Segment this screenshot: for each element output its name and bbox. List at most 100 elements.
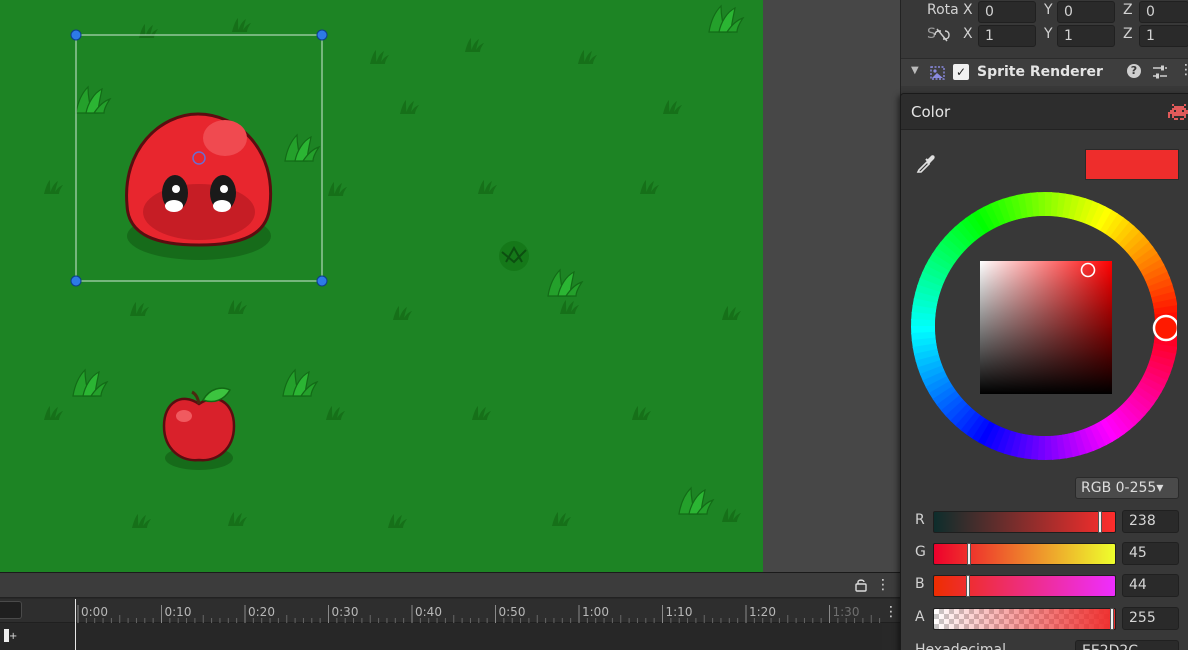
- rotation-z-field[interactable]: 0: [1139, 1, 1188, 23]
- tick-label: 0:40: [415, 605, 442, 619]
- value-field-r[interactable]: 238: [1122, 510, 1179, 533]
- scale-z-label[interactable]: Z: [1123, 26, 1133, 42]
- value-field-b[interactable]: 44: [1122, 574, 1179, 597]
- leaf-bush: [75, 86, 111, 114]
- apple-sprite: [162, 387, 236, 470]
- slider-thumb-r[interactable]: [1098, 511, 1102, 533]
- grass-tuft: [393, 306, 412, 320]
- grass-tuft: [722, 508, 741, 522]
- eyedropper-icon[interactable]: [915, 152, 937, 174]
- grass-tuft: [44, 406, 63, 420]
- grass-tuft: [640, 180, 659, 194]
- slider-thumb-g[interactable]: [967, 543, 971, 565]
- leaf-bush: [547, 269, 583, 297]
- leaf-bush: [708, 5, 744, 33]
- hex-label: Hexadecimal: [915, 642, 1006, 650]
- sprite-renderer-icon: [930, 66, 945, 80]
- tick-label: 1:00: [582, 605, 609, 619]
- leaf-bush: [284, 134, 320, 162]
- component-title: Sprite Renderer: [977, 64, 1103, 80]
- add-keyframe-button[interactable]: +: [4, 628, 24, 646]
- slider-thumb-a[interactable]: [1110, 608, 1114, 630]
- tick-label: 1:30: [833, 605, 860, 619]
- slider-thumb-b[interactable]: [966, 575, 970, 597]
- hue-cursor[interactable]: [1152, 314, 1177, 342]
- tick-label: 1:20: [749, 605, 776, 619]
- grass-tuft: [228, 300, 247, 314]
- grass-tuft: [132, 514, 151, 528]
- chevron-down-icon: ▾: [1156, 480, 1164, 496]
- grass-tuft: [478, 180, 497, 194]
- grass-tuft: [130, 302, 149, 316]
- scale-y-field[interactable]: 1: [1057, 25, 1115, 47]
- kebab-menu-icon[interactable]: ⋮: [876, 576, 890, 594]
- enabled-checkbox[interactable]: ✓: [953, 64, 969, 80]
- timeline-track[interactable]: [0, 624, 882, 650]
- slider-g[interactable]: [933, 543, 1116, 565]
- scale-x-label[interactable]: X: [963, 26, 973, 42]
- color-mode-dropdown[interactable]: RGB 0-255▾: [1075, 477, 1179, 499]
- scene-gutter: [763, 0, 900, 572]
- leaf-bush: [72, 369, 108, 397]
- hue-wheel[interactable]: [911, 191, 1177, 461]
- current-color-swatch[interactable]: [1085, 149, 1179, 180]
- slider-r[interactable]: [933, 511, 1116, 533]
- tick-label: 0:10: [165, 605, 192, 619]
- slider-row-a: A 255: [901, 606, 1188, 630]
- tick-label: 0:00: [81, 605, 108, 619]
- grass-tuft: [560, 300, 579, 314]
- tick-label: 0:50: [499, 605, 526, 619]
- rotation-label: Rota: [927, 2, 959, 18]
- grass-tuft: [370, 50, 389, 64]
- help-icon[interactable]: ?: [1127, 64, 1141, 78]
- rotation-y-field[interactable]: 0: [1057, 1, 1115, 23]
- scale-z-field[interactable]: 1: [1139, 25, 1188, 47]
- color-picker-titlebar[interactable]: Color: [901, 94, 1188, 130]
- scene-canvas: [44, 5, 744, 528]
- handle-bottom-right: [316, 275, 328, 287]
- channel-label-a: A: [915, 609, 925, 625]
- unlink-icon[interactable]: [933, 28, 951, 42]
- ruler-ticks: 0:00 0:10 0:20 0:30 0:40 0:50 1:00 1:10 1:20 1:30: [77, 605, 881, 623]
- scale-x-field[interactable]: 1: [978, 25, 1036, 47]
- foldout-arrow-icon[interactable]: ▼: [911, 65, 919, 76]
- rotation-x-field[interactable]: 0: [978, 1, 1036, 23]
- value-field-a[interactable]: 255: [1122, 607, 1179, 630]
- grass-tuft: [44, 180, 63, 194]
- slider-b[interactable]: [933, 575, 1116, 597]
- kebab-menu-icon[interactable]: ⋮: [884, 603, 898, 621]
- grass-tuft: [578, 50, 597, 64]
- tick-label: 1:10: [666, 605, 693, 619]
- grass-tuft: [326, 406, 345, 420]
- grass-tuft: [552, 512, 571, 526]
- tick-label: 0:30: [332, 605, 359, 619]
- channel-label-b: B: [915, 576, 925, 592]
- grass-tuft: [400, 100, 419, 114]
- saturation-value-shade: [980, 261, 1112, 394]
- sprite-renderer-header[interactable]: ▼ ✓ Sprite Renderer ? ⋮: [901, 58, 1188, 86]
- handle-top-left: [70, 29, 82, 41]
- preset-icon[interactable]: [1152, 65, 1168, 79]
- grass-tuft: [328, 182, 347, 196]
- scene-view[interactable]: [0, 0, 763, 572]
- rotation-z-label[interactable]: Z: [1123, 2, 1133, 18]
- kebab-menu-icon[interactable]: ⋮: [1179, 62, 1188, 78]
- color-mode-label: RGB 0-255: [1081, 480, 1157, 496]
- animation-timeline: ⋮ 0:00 0:10 0:20 0:30 0:40 0:50 1:00 1:10 1:20 1:…: [0, 572, 900, 650]
- hex-field[interactable]: EE2D2C: [1075, 640, 1179, 650]
- slider-a[interactable]: [933, 608, 1116, 630]
- handle-bottom-left: [70, 275, 82, 287]
- slime-character: [125, 112, 273, 260]
- scale-y-label[interactable]: Y: [1044, 26, 1053, 42]
- lock-icon[interactable]: [854, 578, 868, 592]
- slider-row-r: R 238: [901, 509, 1188, 533]
- plus-icon: +: [9, 631, 18, 642]
- value-field-g[interactable]: 45: [1122, 542, 1179, 565]
- rotation-y-label[interactable]: Y: [1044, 2, 1053, 18]
- color-picker-window: Color RGB 0-255▾ R 238 G 45 B 44 A 255 H…: [900, 93, 1188, 650]
- rotation-x-label[interactable]: X: [963, 2, 973, 18]
- spiky-object: [499, 241, 529, 271]
- channel-label-g: G: [915, 544, 926, 560]
- leaf-bush: [282, 369, 318, 397]
- playhead[interactable]: [75, 599, 76, 650]
